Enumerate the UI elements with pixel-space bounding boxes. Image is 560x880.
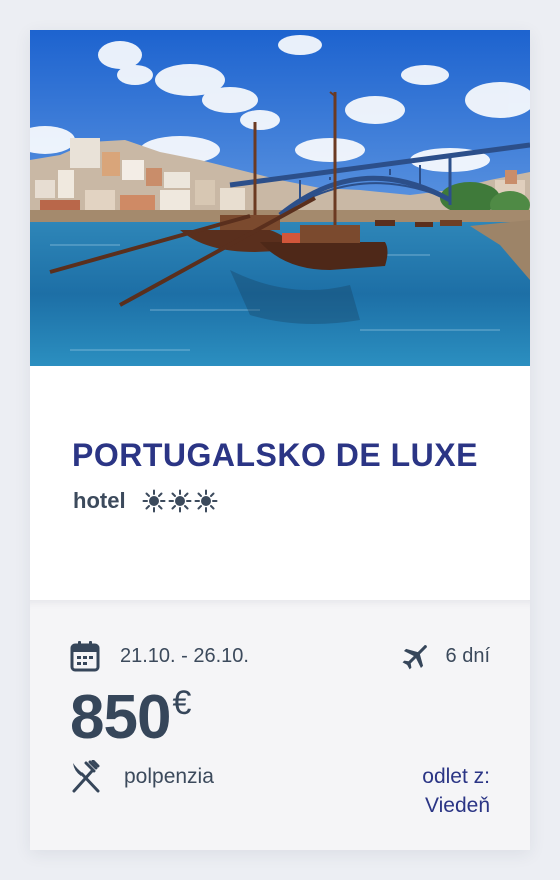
- tour-title[interactable]: PORTUGALSKO DE LUXE: [72, 437, 478, 474]
- travel-dates: 21.10. - 26.10.: [70, 640, 249, 672]
- hotel-rating: [142, 489, 218, 513]
- trip-duration: 6 dní: [400, 640, 490, 672]
- duration-value: 6 dní: [445, 644, 490, 667]
- board-value: polpenzia: [124, 765, 214, 788]
- departure: odlet z: Viedeň: [422, 762, 490, 820]
- departure-label: odlet z:: [422, 765, 490, 788]
- price: 850€: [70, 682, 191, 752]
- tour-photo[interactable]: [30, 30, 530, 366]
- sun-icon: [194, 489, 218, 513]
- accommodation: hotel: [73, 485, 218, 517]
- tour-details: 21.10. - 26.10. 6 dní 850€ polpenzia odl…: [30, 600, 530, 850]
- price-currency: €: [172, 684, 192, 722]
- sun-icon: [168, 489, 192, 513]
- dates-value: 21.10. - 26.10.: [120, 644, 249, 667]
- tour-info: PORTUGALSKO DE LUXE hotel: [30, 366, 530, 600]
- departure-city: Viedeň: [424, 794, 490, 817]
- price-value: 850: [70, 683, 171, 752]
- tour-card[interactable]: PORTUGALSKO DE LUXE hotel 21.10. - 26.10…: [30, 30, 530, 850]
- board-type: polpenzia: [70, 760, 214, 794]
- calendar-icon: [70, 641, 100, 672]
- accommodation-type: hotel: [73, 488, 126, 513]
- sun-icon: [142, 489, 166, 513]
- airplane-icon: [402, 645, 427, 670]
- fork-knife-icon: [72, 760, 100, 793]
